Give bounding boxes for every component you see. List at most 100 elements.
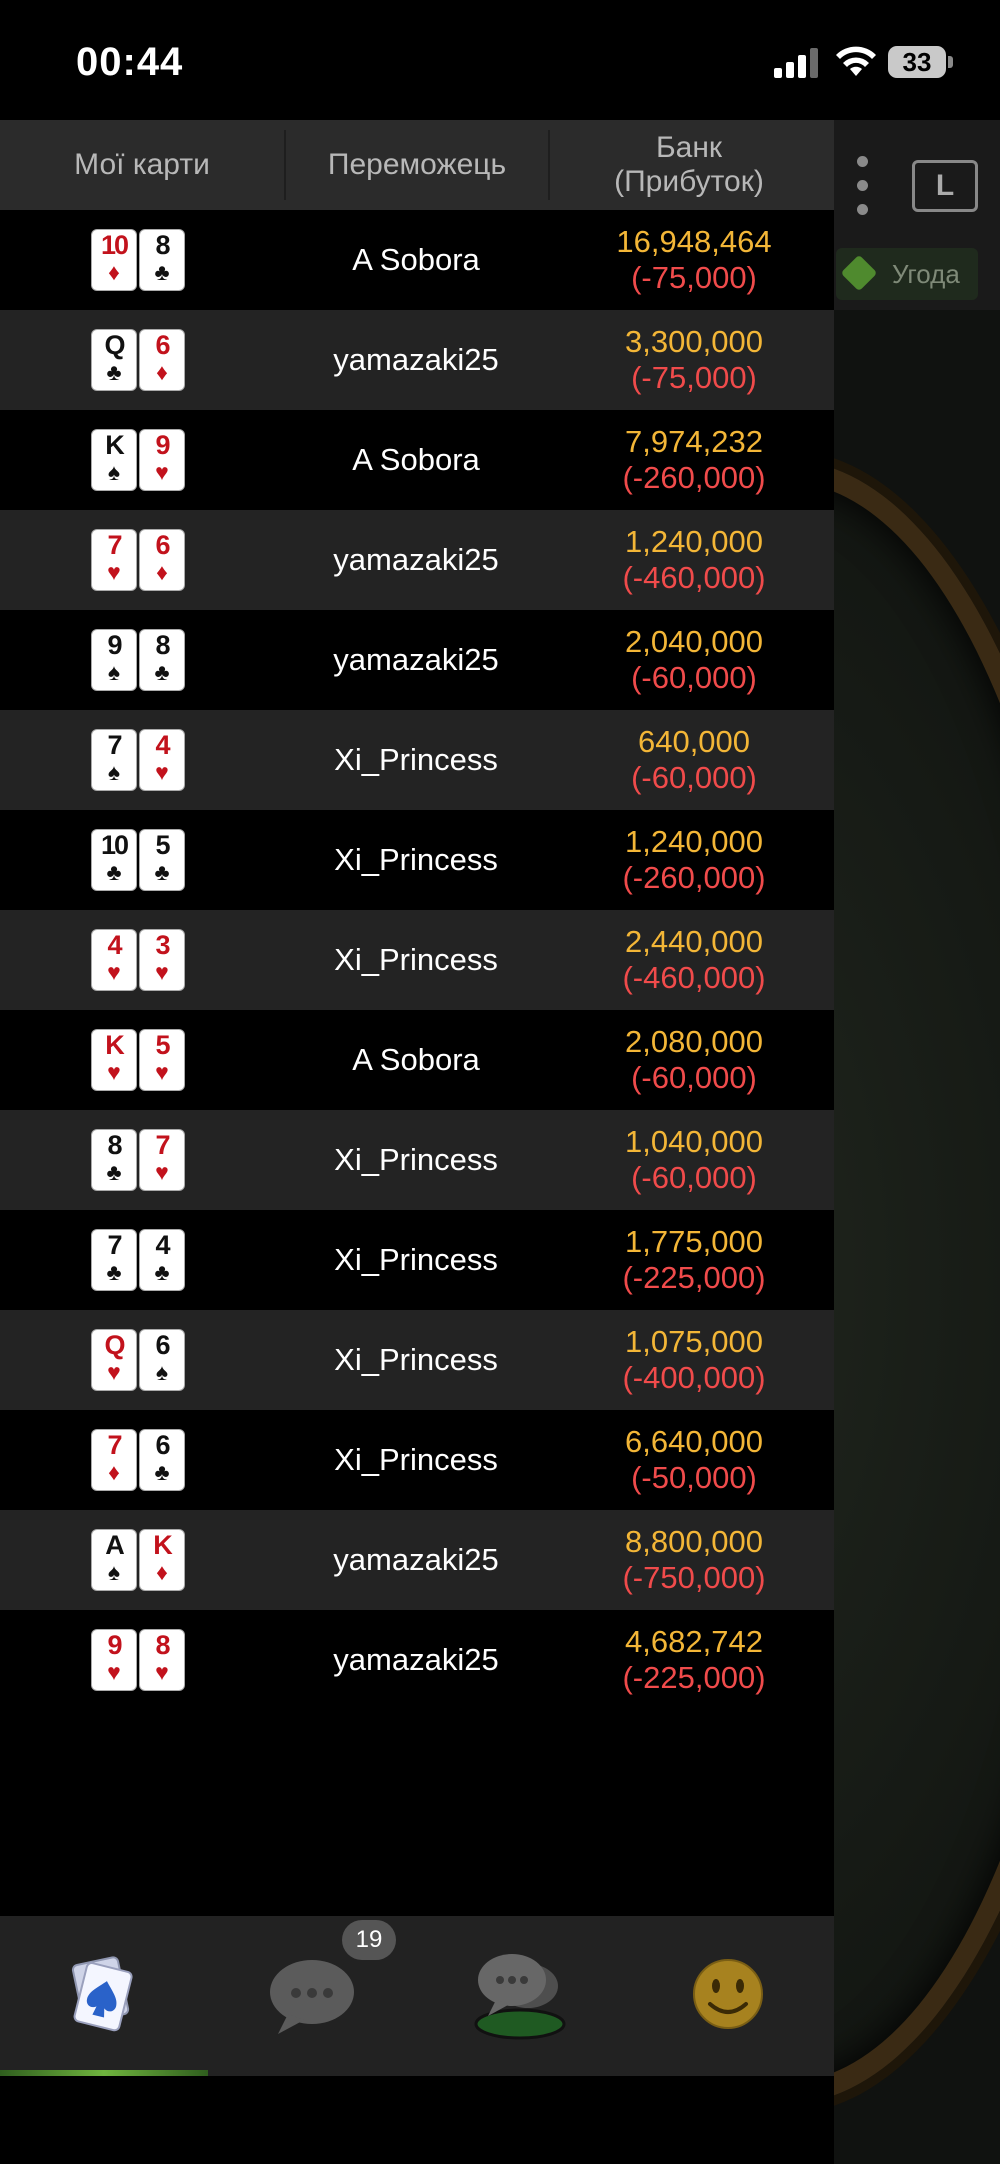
status-time: 00:44: [76, 40, 184, 84]
bank-amount: 2,440,000: [625, 924, 763, 959]
tab-emoji[interactable]: [624, 1916, 832, 2076]
bank-amount: 1,040,000: [625, 1124, 763, 1159]
hand-row[interactable]: 9 ♠ 8 ♣ yamazaki25 2,040,000 (-60,000): [0, 610, 834, 710]
bank-profit: 1,040,000 (-60,000): [560, 1124, 828, 1196]
bank-profit: 8,800,000 (-750,000): [560, 1524, 828, 1596]
playing-card: Q ♣: [92, 330, 136, 390]
card-suit-icon: ♥: [107, 559, 121, 585]
profit-amount: (-750,000): [622, 1560, 766, 1595]
bank-amount: 8,800,000: [625, 1524, 763, 1559]
header-my-cards: Мої карти: [0, 120, 284, 210]
hand-row[interactable]: 10 ♣ 5 ♣ Xi_Princess 1,240,000 (-260,000…: [0, 810, 834, 910]
card-suit-icon: ♣: [106, 1159, 122, 1185]
hand-row[interactable]: 7 ♣ 4 ♣ Xi_Princess 1,775,000 (-225,000): [0, 1210, 834, 1310]
tab-table-chat[interactable]: [416, 1916, 624, 2076]
hand-row[interactable]: 7 ♦ 6 ♣ Xi_Princess 6,640,000 (-50,000): [0, 1410, 834, 1510]
header-bank: Банк (Прибуток): [550, 120, 828, 210]
bank-profit: 2,080,000 (-60,000): [560, 1024, 828, 1096]
hand-row[interactable]: 7 ♠ 4 ♥ Xi_Princess 640,000 (-60,000): [0, 710, 834, 810]
hand-row[interactable]: 7 ♥ 6 ♦ yamazaki25 1,240,000 (-460,000): [0, 510, 834, 610]
card-suit-icon: ♥: [155, 459, 169, 485]
playing-card: 9 ♥: [92, 1630, 136, 1690]
hand-row[interactable]: K ♥ 5 ♥ A Sobora 2,080,000 (-60,000): [0, 1010, 834, 1110]
card-suit-icon: ♦: [108, 259, 120, 285]
chat-unread-badge: 19: [342, 1920, 396, 1960]
profit-amount: (-60,000): [631, 760, 757, 795]
card-suit-icon: ♥: [155, 959, 169, 985]
card-suit-icon: ♣: [106, 859, 122, 885]
card-rank: 8: [155, 630, 170, 660]
table-header: Мої карти Переможець Банк (Прибуток): [0, 120, 834, 210]
tab-hand-history[interactable]: [0, 1916, 208, 2076]
bank-amount: 2,080,000: [625, 1024, 763, 1059]
card-suit-icon: ♠: [107, 459, 121, 485]
bank-amount: 1,775,000: [625, 1224, 763, 1259]
table-chat-icon: [474, 1954, 566, 2040]
card-suit-icon: ♥: [107, 959, 121, 985]
playing-card: 7 ♣: [92, 1230, 136, 1290]
card-rank: 10: [100, 830, 129, 860]
card-rank: 7: [155, 1130, 170, 1160]
winner-name: Xi_Princess: [334, 942, 498, 977]
bank-profit: 1,240,000 (-260,000): [560, 824, 828, 896]
table-felt: [834, 460, 1000, 2104]
profit-amount: (-60,000): [631, 1060, 757, 1095]
bank-profit: 4,682,742 (-225,000): [560, 1624, 828, 1696]
lobby-icon[interactable]: L: [912, 160, 978, 212]
profit-amount: (-260,000): [622, 460, 766, 495]
hand-row[interactable]: 8 ♣ 7 ♥ Xi_Princess 1,040,000 (-60,000): [0, 1110, 834, 1210]
my-cards: K ♥ 5 ♥: [92, 1030, 186, 1090]
more-menu-icon[interactable]: [854, 156, 870, 216]
my-cards: A ♠ K ♦: [92, 1530, 186, 1590]
card-rank: 9: [155, 430, 170, 460]
wifi-icon: [836, 46, 876, 76]
bank-amount: 6,640,000: [625, 1424, 763, 1459]
hand-row[interactable]: A ♠ K ♦ yamazaki25 8,800,000 (-750,000): [0, 1510, 834, 1610]
hand-row[interactable]: 10 ♦ 8 ♣ A Sobora 16,948,464 (-75,000): [0, 210, 834, 310]
playing-card: 7 ♠: [92, 730, 136, 790]
bank-profit: 640,000 (-60,000): [560, 724, 828, 796]
card-rank: 7: [107, 1230, 122, 1260]
hand-row[interactable]: K ♠ 9 ♥ A Sobora 7,974,232 (-260,000): [0, 410, 834, 510]
winner-name: yamazaki25: [333, 342, 499, 377]
bank-profit: 7,974,232 (-260,000): [560, 424, 828, 496]
hand-row[interactable]: Q ♣ 6 ♦ yamazaki25 3,300,000 (-75,000): [0, 310, 834, 410]
bank-amount: 4,682,742: [625, 1624, 763, 1659]
card-rank: K: [105, 1030, 125, 1060]
winner-name: Xi_Princess: [334, 1342, 498, 1377]
card-suit-icon: ♣: [154, 1259, 170, 1285]
card-suit-icon: ♠: [107, 659, 121, 685]
card-rank: 7: [107, 530, 122, 560]
deal-button[interactable]: Угода: [836, 248, 978, 300]
playing-card: 4 ♥: [92, 930, 136, 990]
card-suit-icon: ♥: [107, 1659, 121, 1685]
my-cards: 10 ♦ 8 ♣: [92, 230, 186, 290]
playing-card: 7 ♦: [92, 1430, 136, 1490]
winner-name: Xi_Princess: [334, 1442, 498, 1477]
hand-row[interactable]: 4 ♥ 3 ♥ Xi_Princess 2,440,000 (-460,000): [0, 910, 834, 1010]
my-cards: 9 ♠ 8 ♣: [92, 630, 186, 690]
bottom-tab-bar: 19: [0, 1916, 834, 2076]
card-rank: 4: [107, 930, 122, 960]
playing-card: 6 ♦: [140, 530, 184, 590]
hand-row[interactable]: Q ♥ 6 ♠ Xi_Princess 1,075,000 (-400,000): [0, 1310, 834, 1410]
winner-name: Xi_Princess: [334, 1142, 498, 1177]
hand-row[interactable]: 9 ♥ 8 ♥ yamazaki25 4,682,742 (-225,000): [0, 1610, 834, 1710]
game-table-background: L Угода: [834, 120, 1000, 2164]
playing-card: 5 ♥: [140, 1030, 184, 1090]
card-suit-icon: ♥: [107, 1059, 121, 1085]
winner-name: yamazaki25: [333, 1642, 499, 1677]
card-rank: 3: [155, 930, 170, 960]
winner-name: A Sobora: [352, 1042, 480, 1077]
playing-card: K ♥: [92, 1030, 136, 1090]
bank-amount: 640,000: [637, 724, 751, 759]
card-rank: A: [105, 1530, 125, 1560]
card-rank: Q: [104, 1330, 125, 1360]
playing-card: A ♠: [92, 1530, 136, 1590]
card-rank: 4: [155, 1230, 170, 1260]
playing-card: K ♠: [92, 430, 136, 490]
profit-amount: (-460,000): [622, 560, 766, 595]
battery-icon: 33: [888, 46, 946, 78]
playing-card: 8 ♣: [140, 630, 184, 690]
bank-profit: 1,240,000 (-460,000): [560, 524, 828, 596]
